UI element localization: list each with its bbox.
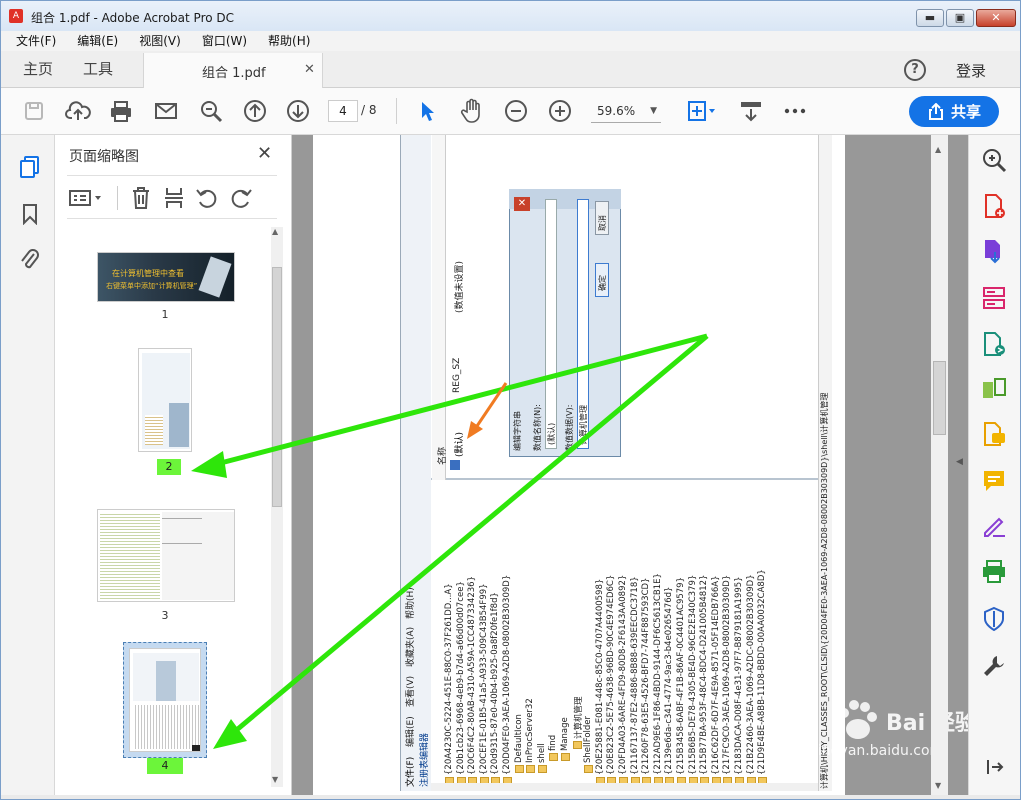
export-pdf-icon[interactable] (981, 238, 1007, 264)
protect-shield-icon[interactable] (981, 606, 1007, 632)
comment-document-icon[interactable] (981, 421, 1007, 447)
orange-arrow-shaft (473, 382, 508, 430)
scroll-up-icon[interactable]: ▲ (935, 145, 941, 154)
create-pdf-icon[interactable] (981, 193, 1007, 219)
zoom-search-icon[interactable] (981, 147, 1007, 173)
scrollbar-thumb[interactable] (933, 361, 946, 435)
paw-logo-icon (839, 700, 877, 739)
send-for-review-icon[interactable] (981, 331, 1007, 357)
green-arrowhead (191, 451, 227, 478)
compare-files-icon[interactable] (981, 376, 1007, 402)
organize-pages-icon[interactable] (981, 285, 1007, 311)
tools-wrench-icon[interactable] (981, 653, 1007, 679)
print-production-icon[interactable] (981, 559, 1007, 585)
orange-arrowhead (467, 421, 483, 439)
collapse-right-panel-icon[interactable]: ◀ (956, 457, 963, 467)
fill-sign-icon[interactable] (981, 513, 1007, 539)
document-scrollbar[interactable]: ▲ ▼ (931, 135, 948, 795)
document-view[interactable]: 文件(F) 编辑(E) 查看(V) 收藏夹(A) 帮助(H) 注册表编辑器 名称… (191, 135, 977, 795)
expand-right-panel-icon[interactable] (985, 757, 1005, 777)
right-tools-rail (968, 135, 1020, 795)
comment-icon[interactable] (981, 468, 1007, 494)
acrobat-window: A 组合 1.pdf - Adobe Acrobat Pro DC ▬ ▣ ✕ … (0, 0, 1021, 800)
annotation-layer (191, 333, 709, 749)
scroll-down-icon[interactable]: ▼ (935, 781, 941, 790)
watermark-url: jingyan.baidu.com (814, 743, 944, 759)
